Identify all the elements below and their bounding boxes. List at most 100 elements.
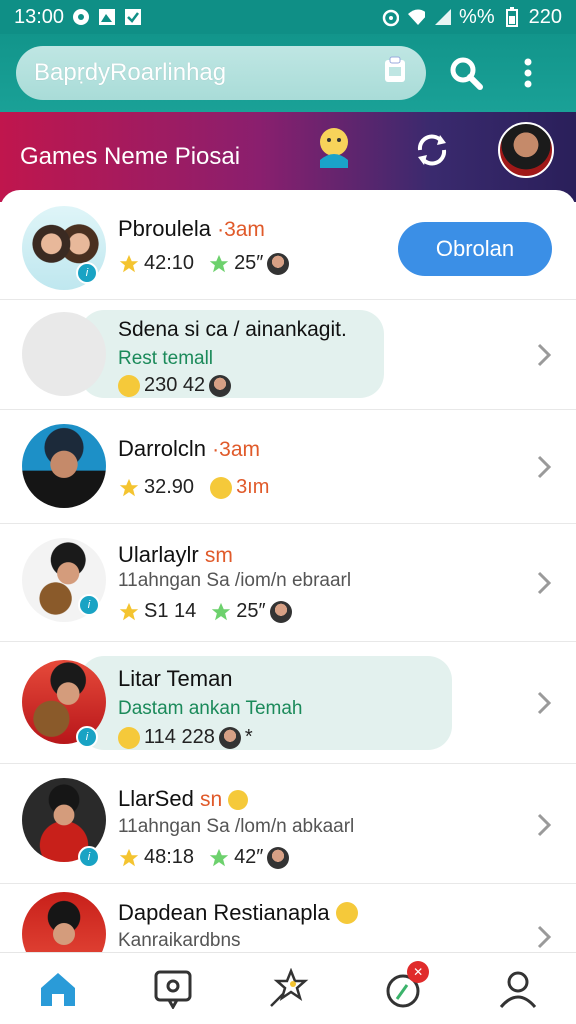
star-icon [119,254,139,272]
time-text: ·3am [212,438,261,461]
list-item[interactable]: i LlarSed sn 11ahngan Sa /lom/n abkaarl … [0,764,576,884]
stat-value-2: * [244,726,253,748]
bottom-nav: ✕ [0,952,576,1024]
time-text: sn [199,788,223,811]
banner-title: Games Neme Piosai [20,143,241,170]
games-banner[interactable]: Games Neme Piosai [0,112,576,202]
shooting-star-icon [270,967,309,1007]
mini-avatar-icon [218,726,241,749]
nav-chat[interactable] [143,959,203,1019]
name-text: Ularlaylr [118,542,199,567]
stat-value: 48:18 [144,846,195,868]
contact-status: Kanraikardbns [118,930,241,951]
avatar [22,312,106,396]
nav-favorites[interactable] [258,959,318,1019]
green-star-icon [212,602,231,620]
profile-avatar[interactable] [498,122,554,178]
avatar [22,424,106,508]
nav-notifications[interactable]: ✕ [373,959,433,1019]
signal-icon [433,8,452,26]
app-bar: BapṛdyRoarlinhag [0,34,576,112]
smiley-icon [118,726,140,749]
character-icon [316,126,352,173]
refresh-icon[interactable] [414,132,450,173]
checkbox-icon [124,8,142,26]
contact-status: 11ahngan Sa /lom/n abkaarl [118,816,355,837]
search-button[interactable] [444,51,488,95]
stats: 32.90 3ım [118,476,269,499]
mini-avatar-icon [269,600,292,623]
stat-value: 32.90 [144,476,195,498]
star-icon [119,602,139,620]
list-item[interactable]: i Ularlaylr sm 11ahngan Sa /iom/n ebraar… [0,524,576,642]
mini-avatar-icon [209,374,232,397]
name-text: Pbroulela [118,216,211,241]
contact-status: 11ahngan Sa /iom/n ebraarl [118,570,352,591]
mini-avatar-icon [267,846,290,869]
online-badge: i [78,594,100,616]
chevron-right-icon[interactable] [536,924,552,950]
green-star-icon [209,254,229,272]
stat-value-2: 3ım [236,476,270,498]
name-text: Darrolcln [118,436,207,461]
contact-name: Ularlaylr sm [118,542,233,568]
battery-level: 220 [528,5,562,28]
online-badge: i [76,726,98,748]
time-text: ·3am [217,218,265,241]
stats: S1 14 25″ [118,600,292,623]
chat-bubble-icon [154,970,192,1009]
chat-button[interactable]: Obrolan [398,222,552,276]
contact-name: Darrolcln ·3am [118,436,260,462]
mini-avatar-icon [267,252,290,275]
stat-value: 230 42 [144,374,206,396]
notification-badge-icon: ✕ [407,960,430,983]
list-item[interactable]: Dapdean Restianapla Kanraikardbns [0,884,576,952]
name-text: Dapdean Restianapla [118,900,330,925]
stat-value: S1 14 [144,600,197,622]
home-icon [40,972,75,1006]
contact-name: Sdena si ca / ainankagit. [118,318,347,341]
chevron-right-icon[interactable] [536,812,552,838]
star-icon [119,848,139,866]
list-item[interactable]: i Pbroulela ·3am 42:10 25″ Obrolan [0,190,576,300]
status-bar: 13:00 %% 220 [0,0,576,34]
stat-value-2: 42″ [234,846,264,868]
time-text: sm [204,544,233,567]
more-vert-icon [524,58,532,88]
status-time: 13:00 [14,5,65,28]
stat-value-2: 25″ [236,600,266,622]
search-input[interactable]: BapṛdyRoarlinhag [16,46,426,100]
chevron-right-icon[interactable] [536,342,552,368]
green-star-icon [209,848,229,866]
alarm-icon [381,8,400,27]
contact-name: Dapdean Restianapla [118,900,358,926]
nav-profile[interactable] [488,959,548,1019]
stat-value-2: 25″ [234,252,264,274]
list-item[interactable]: i Litar Teman Dastam ankan Temah 114 228… [0,642,576,764]
record-icon [72,8,90,26]
chevron-right-icon[interactable] [536,690,552,716]
contact-status: Dastam ankan Temah [118,698,303,719]
list-item[interactable]: Sdena si ca / ainankagit. Rest temall 23… [0,300,576,410]
battery-text: %% [459,5,495,28]
stats: 48:18 42″ [118,846,290,869]
wifi-icon [407,8,426,26]
clipboard-icon[interactable] [382,55,408,92]
smiley-icon [228,790,249,810]
nav-home[interactable] [28,959,88,1019]
smiley-icon [210,476,233,499]
avatar [22,892,106,952]
chevron-right-icon[interactable] [536,570,552,596]
profile-icon [500,971,537,1008]
star-icon [119,478,139,496]
friends-list: i Pbroulela ·3am 42:10 25″ Obrolan Sdena… [0,190,576,952]
smiley-icon [118,374,140,397]
stat-value: 42:10 [144,252,195,274]
search-icon [450,57,483,90]
search-placeholder: BapṛdyRoarlinhag [34,59,227,86]
list-item[interactable]: Darrolcln ·3am 32.90 3ım [0,410,576,524]
chevron-right-icon[interactable] [536,454,552,480]
stats: 42:10 25″ [118,252,290,275]
more-options-button[interactable] [506,51,550,95]
photo-icon [98,8,116,26]
